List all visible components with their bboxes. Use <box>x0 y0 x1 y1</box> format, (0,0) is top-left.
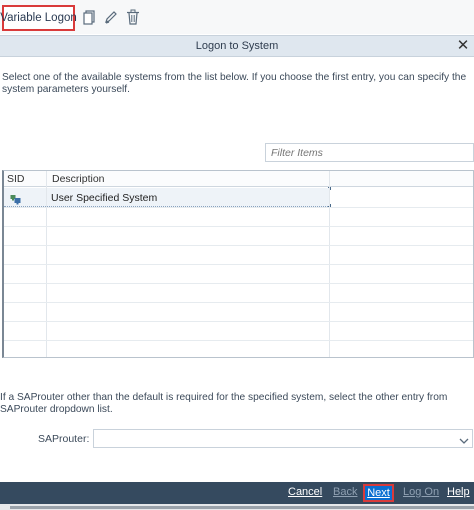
dialog-header: Logon to System ✕ <box>0 35 474 57</box>
scrollbar-thumb[interactable] <box>10 506 474 509</box>
row-divider <box>4 321 473 322</box>
logon-button[interactable]: Log On <box>403 486 439 498</box>
row-divider <box>4 283 473 284</box>
chevron-down-icon <box>459 433 469 444</box>
next-button[interactable]: Next <box>363 484 394 502</box>
toolbar: Variable Logon <box>0 0 474 34</box>
saprouter-label: SAProuter: <box>38 433 90 445</box>
row-divider <box>4 302 473 303</box>
saprouter-note: If a SAProuter other than the default is… <box>0 392 448 415</box>
column-header-sid[interactable]: SID <box>7 173 25 185</box>
table-header: SID Description <box>4 171 473 187</box>
saprouter-dropdown[interactable] <box>93 429 473 448</box>
row-divider <box>4 264 473 265</box>
trash-icon[interactable] <box>126 9 140 25</box>
system-icon <box>10 192 21 205</box>
footer-bar: Cancel Back Next Log On Help <box>0 482 474 504</box>
horizontal-scrollbar[interactable] <box>0 504 474 510</box>
variable-logon-button[interactable]: Variable Logon <box>0 5 77 31</box>
row-divider <box>4 207 473 208</box>
row-description: User Specified System <box>51 192 158 204</box>
instructions-text: Select one of the available systems from… <box>2 72 467 95</box>
row-divider <box>4 340 473 341</box>
column-header-description[interactable]: Description <box>52 173 105 185</box>
back-button[interactable]: Back <box>333 486 357 498</box>
copy-icon[interactable] <box>83 9 97 25</box>
close-icon[interactable]: ✕ <box>456 38 470 54</box>
row-divider <box>4 226 473 227</box>
row-divider <box>4 245 473 246</box>
cancel-button[interactable]: Cancel <box>288 486 322 498</box>
logon-window: Variable Logon Logon to System ✕ Select … <box>0 0 474 510</box>
help-button[interactable]: Help <box>447 486 470 498</box>
filter-input[interactable] <box>265 143 474 162</box>
edit-pencil-icon[interactable] <box>104 9 118 25</box>
dialog-title: Logon to System <box>195 40 279 52</box>
systems-table: SID Description User Specified System <box>2 170 474 358</box>
